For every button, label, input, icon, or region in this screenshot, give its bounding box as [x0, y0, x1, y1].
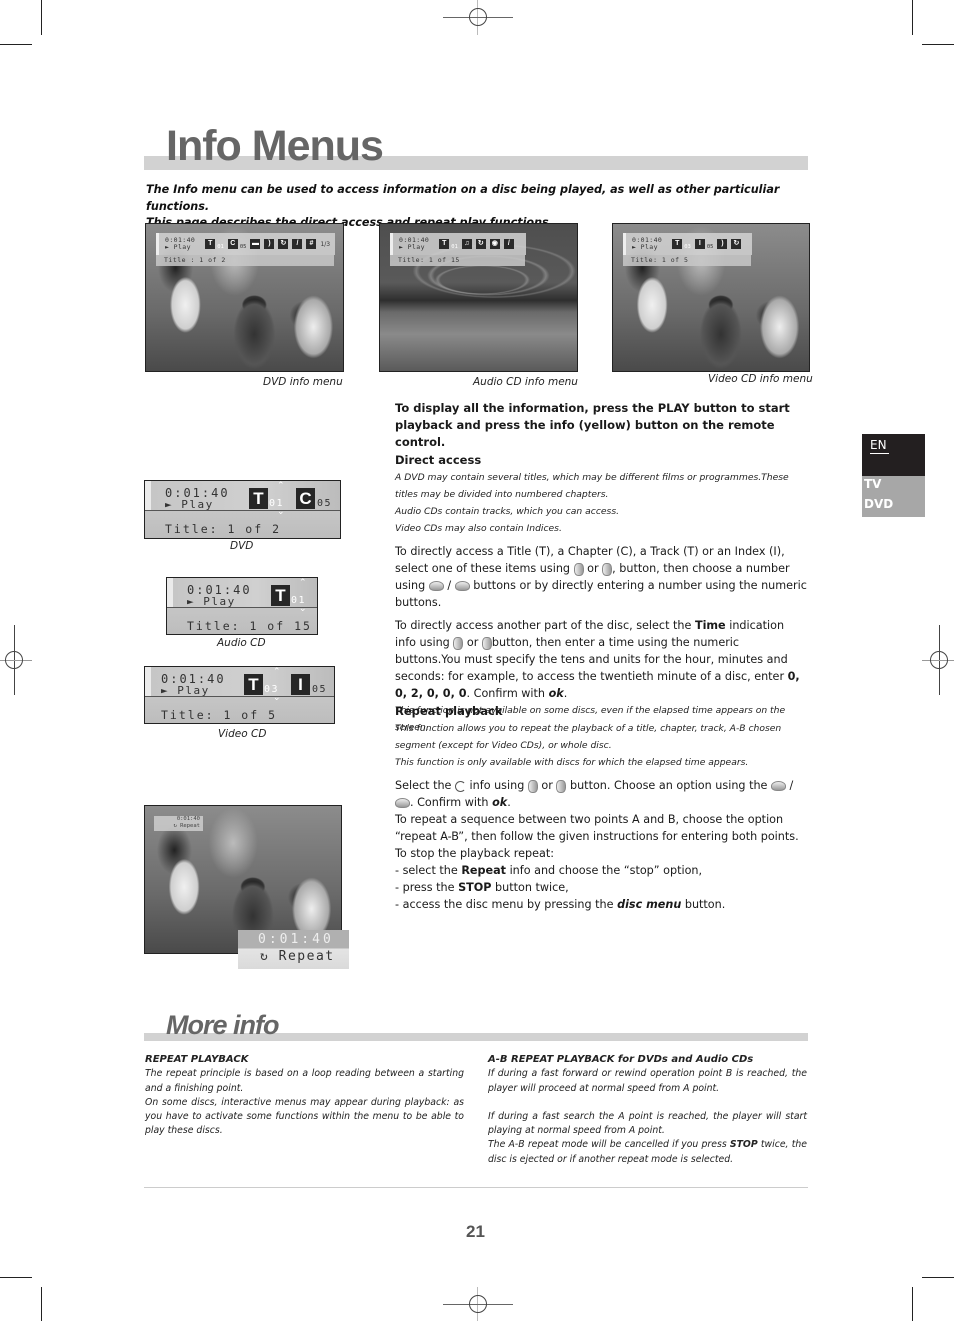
- page-number: 21: [466, 1222, 485, 1241]
- angle-icon: #: [306, 239, 317, 249]
- left-button-icon: [527, 779, 538, 793]
- down-arrow-icon: ⌄: [273, 693, 281, 703]
- up-button-icon: [771, 781, 786, 791]
- audio-cd-info-caption: Audio CD info menu: [473, 376, 578, 388]
- audio-cd-panel-caption: Audio CD: [217, 637, 266, 649]
- crop-mark: [922, 1277, 954, 1278]
- stop-option-1: - select the Repeat info and choose the …: [395, 864, 703, 877]
- crop-mark: [0, 1277, 32, 1278]
- chapter-icon: C: [227, 239, 238, 249]
- osd-bar: 0:01:40 ► Play T 03 I 05 ) ↻: [623, 233, 752, 255]
- right-button-icon: [481, 636, 492, 650]
- track-icon: T: [439, 239, 450, 249]
- index-icon: I: [694, 239, 705, 249]
- title-icon: T: [249, 488, 268, 509]
- repeat-icon: ↻: [260, 949, 270, 964]
- down-arrow-icon: ⌄: [277, 507, 285, 517]
- direct-access-section: Direct access A DVD may contain several …: [395, 453, 807, 733]
- dvd-osd-panel: 0:01:40 ► Play T ⌃ 01 ⌄ C 05 Title: 1 of…: [144, 480, 341, 539]
- section-tab[interactable]: TV DVD: [862, 476, 925, 517]
- crop-mark: [0, 44, 32, 45]
- audio-cd-info-screenshot: 0:01:40 ► Play T 01 ♫ ↻ ◉ / Title: 1 of 15: [379, 223, 578, 372]
- repeat-osd-enlarged: 0:01:40 ↻ Repeat: [238, 930, 349, 969]
- language-tab-en[interactable]: EN: [862, 434, 925, 476]
- right-button-icon: [556, 779, 567, 793]
- crop-mark: [922, 44, 954, 45]
- dvd-info-screenshot: 0:01:40 ► Play T 01 C 05 ▬ ) ↻ / # 1/3 Titl…: [145, 223, 344, 372]
- zoom-icon: /: [292, 239, 303, 249]
- title-icon: T: [205, 239, 216, 249]
- up-button-icon: [428, 581, 444, 591]
- track-icon: T: [271, 585, 290, 606]
- subtitle-icon: ▬: [250, 239, 261, 249]
- dvd-panel-caption: DVD: [230, 540, 254, 552]
- repeat-playback-info: REPEAT PLAYBACK The repeat principle is …: [145, 1054, 464, 1137]
- zoom-icon: /: [503, 239, 514, 249]
- repeat-icon: [455, 780, 466, 792]
- video-cd-panel-caption: Video CD: [218, 728, 267, 740]
- osd-title-line: Title: 1 of 15: [390, 255, 525, 266]
- small-osd: 0:01:40 ↻ Repeat: [154, 816, 203, 831]
- music-note-icon: ♫: [461, 239, 472, 249]
- ab-repeat-info: A-B REPEAT PLAYBACK for DVDs and Audio C…: [488, 1054, 807, 1165]
- index-icon: I: [291, 674, 310, 695]
- audio-icon: ): [717, 239, 728, 249]
- direct-access-paragraph-2: To directly access another part of the d…: [395, 619, 800, 700]
- page-title: Info Menus: [166, 122, 384, 170]
- up-arrow-icon: ⌃: [299, 578, 307, 588]
- osd-title-line: Title: 1 of 5: [623, 255, 751, 266]
- lead-paragraph: To display all the information, press th…: [395, 401, 790, 449]
- repeat-playback-section: Repeat playback This function allows you…: [395, 703, 807, 913]
- stop-option-3: - access the disc menu by pressing the d…: [395, 898, 726, 911]
- up-arrow-icon: ⌃: [273, 667, 281, 677]
- up-arrow-icon: ⌃: [277, 481, 285, 491]
- repeat-playback-heading: Repeat playback: [395, 704, 503, 718]
- crop-mark: [912, 0, 913, 35]
- track-icon: T: [244, 674, 263, 695]
- disc-icon: ◉: [489, 239, 500, 249]
- audio-icon: ): [264, 239, 275, 249]
- left-button-icon: [453, 636, 464, 650]
- crop-mark: [41, 1287, 42, 1321]
- osd-title-line: Title : 1 of 2: [156, 255, 334, 266]
- down-arrow-icon: ⌄: [299, 604, 307, 614]
- repeat-icon: ↻: [278, 239, 289, 249]
- footer-divider: [144, 1187, 808, 1188]
- osd-bar: 0:01:40 ► Play T 01 ♫ ↻ ◉ /: [390, 233, 526, 255]
- video-cd-osd-panel: 0:01:40 ► Play T ⌃ 03 ⌄ I 05 Title: 1 of…: [144, 666, 335, 724]
- repeat-icon: ↻: [731, 239, 742, 249]
- video-cd-info-screenshot: 0:01:40 ► Play T 03 I 05 ) ↻ Title: 1 of 5: [612, 223, 810, 372]
- chapter-icon: C: [296, 488, 315, 509]
- direct-access-heading: Direct access: [395, 453, 482, 467]
- left-button-icon: [573, 562, 584, 576]
- dvd-info-caption: DVD info menu: [263, 376, 343, 388]
- track-icon: T: [672, 239, 683, 249]
- audio-cd-osd-panel: 0:01:40 ► Play T ⌃ 01 ⌄ Title: 1 of 15: [166, 577, 318, 635]
- down-button-icon: [395, 798, 410, 808]
- more-info-title: More info: [166, 1010, 279, 1040]
- crop-mark: [912, 1287, 913, 1321]
- down-button-icon: [454, 581, 470, 591]
- video-cd-info-caption: Video CD info menu: [708, 373, 813, 385]
- repeat-paragraph-1: Select the info using or button. Choose …: [395, 779, 794, 809]
- repeat-icon: ↻: [475, 239, 486, 249]
- osd-bar: 0:01:40 ► Play T 01 C 05 ▬ ) ↻ / # 1/3: [156, 233, 335, 255]
- crop-mark: [41, 0, 42, 35]
- direct-access-paragraph-1: To directly access a Title (T), a Chapte…: [395, 545, 807, 609]
- stop-option-2: - press the STOP button twice,: [395, 881, 569, 894]
- right-button-icon: [602, 562, 613, 576]
